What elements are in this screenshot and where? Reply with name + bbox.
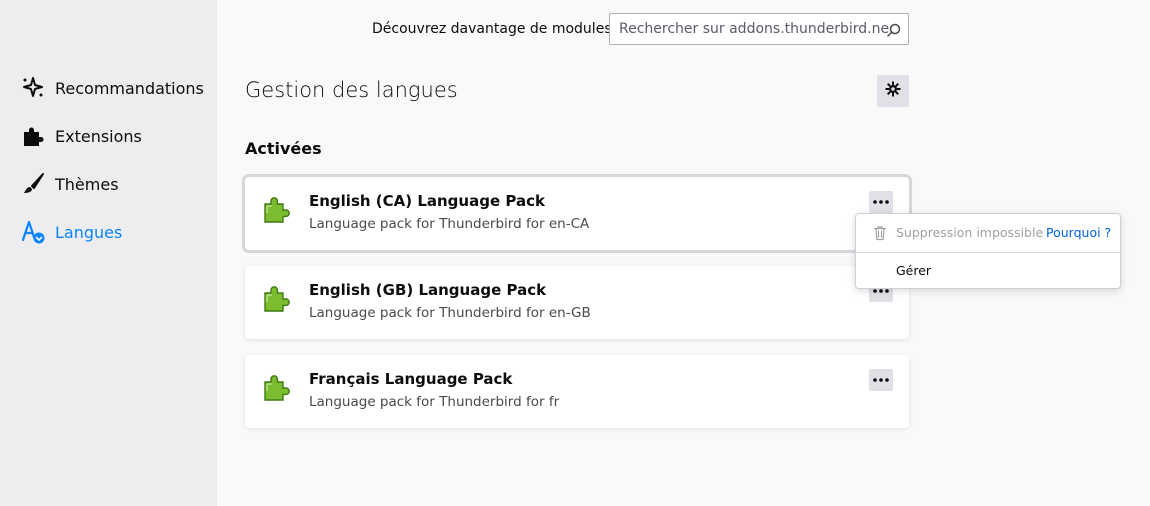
section-title-enabled: Activées <box>245 139 322 158</box>
search-icon[interactable] <box>886 22 902 38</box>
menu-item-manage[interactable]: Gérer <box>856 253 1120 289</box>
manage-label: Gérer <box>896 263 932 278</box>
more-options-button[interactable] <box>869 191 893 213</box>
sidebar-item-label: Langues <box>55 222 123 242</box>
puzzle-icon <box>261 282 293 314</box>
addon-name: English (GB) Language Pack <box>309 281 547 299</box>
search-box[interactable] <box>609 13 909 45</box>
brush-icon <box>20 171 46 197</box>
sidebar-item-extensions[interactable]: Extensions <box>20 120 142 152</box>
sidebar: Recommandations Extensions Thèmes Langue… <box>0 0 217 506</box>
settings-button[interactable] <box>877 75 909 107</box>
puzzle-icon <box>261 371 293 403</box>
gear-icon <box>885 81 901 101</box>
why-link[interactable]: Pourquoi ? <box>1046 224 1111 242</box>
language-icon <box>20 219 46 245</box>
addon-description: Language pack for Thunderbird for en-GB <box>309 305 591 321</box>
more-icon <box>873 378 889 382</box>
sidebar-item-themes[interactable]: Thèmes <box>20 168 119 200</box>
addon-card[interactable]: English (GB) Language Pack Language pack… <box>245 266 909 339</box>
sidebar-item-label: Extensions <box>55 126 142 146</box>
addon-description: Language pack for Thunderbird for fr <box>309 394 560 410</box>
sidebar-item-label: Thèmes <box>55 174 119 194</box>
addon-name: English (CA) Language Pack <box>309 192 545 210</box>
addon-card[interactable]: Français Language Pack Language pack for… <box>245 355 909 428</box>
sparkle-icon <box>20 75 46 101</box>
puzzle-icon <box>20 123 46 149</box>
remove-disabled-label: Suppression impossible <box>896 225 1044 240</box>
trash-icon <box>872 225 888 241</box>
addon-name: Français Language Pack <box>309 370 513 388</box>
more-options-button[interactable] <box>869 369 893 391</box>
menu-item-remove: Suppression impossible Pourquoi ? <box>856 214 1120 252</box>
addon-options-menu: Suppression impossible Pourquoi ? Gérer <box>855 213 1121 289</box>
sidebar-item-langues[interactable]: Langues <box>20 216 122 248</box>
sidebar-item-label: Recommandations <box>55 78 204 98</box>
addon-card[interactable]: English (CA) Language Pack Language pack… <box>245 177 909 250</box>
sidebar-item-recommandations[interactable]: Recommandations <box>20 72 204 104</box>
addon-description: Language pack for Thunderbird for en-CA <box>309 216 590 232</box>
more-icon <box>873 289 889 293</box>
page-title: Gestion des langues <box>245 78 458 102</box>
more-icon <box>873 200 889 204</box>
discover-label: Découvrez davantage de modules <box>372 21 612 37</box>
search-input[interactable] <box>619 21 889 37</box>
puzzle-icon <box>261 193 293 225</box>
